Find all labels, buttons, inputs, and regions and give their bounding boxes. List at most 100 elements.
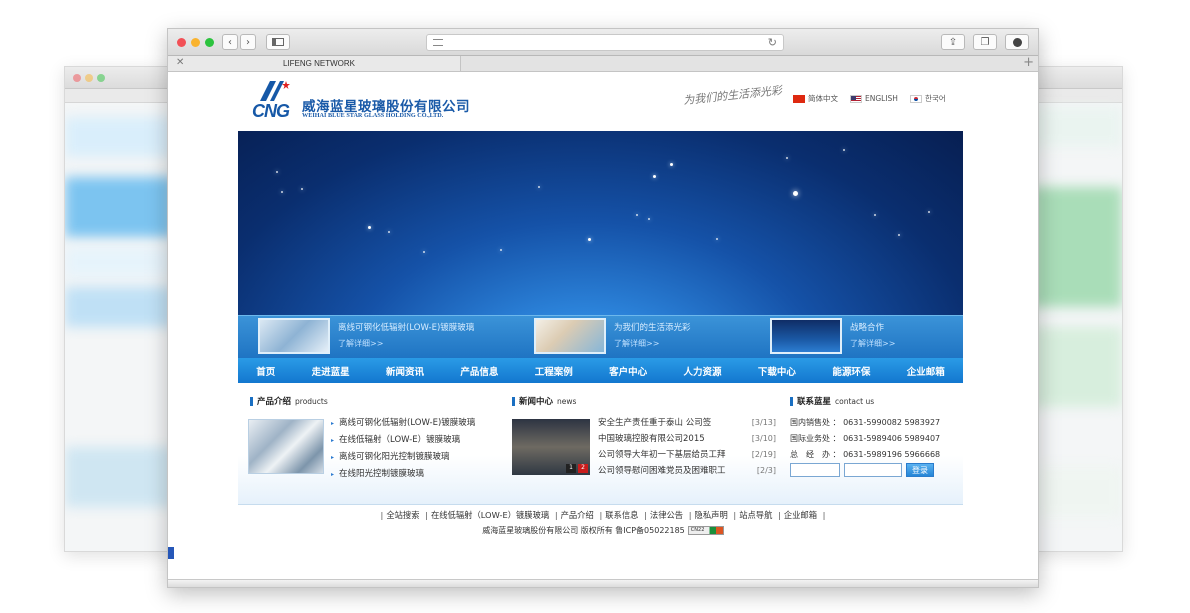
tabs-icon: ❐ bbox=[980, 36, 990, 48]
promo-item[interactable]: 离线可钢化低辐射(LOW-E)镀膜玻璃了解详细>> bbox=[258, 318, 474, 356]
star bbox=[281, 191, 283, 193]
nav-home[interactable]: 首页 bbox=[256, 364, 275, 378]
news-title[interactable]: 中国玻璃控股有限公司2015 bbox=[598, 431, 705, 447]
sidebar-button[interactable] bbox=[266, 34, 290, 50]
window-bottom-edge bbox=[168, 579, 1038, 587]
footer-link[interactable]: 站点导航 bbox=[739, 510, 772, 520]
background-window-left bbox=[64, 66, 174, 552]
section-subtitle: contact us bbox=[835, 396, 875, 406]
korea-flag-icon bbox=[909, 94, 922, 103]
nav-energy[interactable]: 能源环保 bbox=[832, 364, 870, 378]
main-navigation: 首页 走进蓝星 新闻资讯 产品信息 工程案例 客户中心 人力资源 下载中心 能源… bbox=[238, 358, 963, 383]
product-link[interactable]: 离线可钢化低辐射(LOW-E)镀膜玻璃 bbox=[331, 415, 475, 432]
icp-badge[interactable]: CN22 bbox=[687, 526, 724, 535]
heading-bar-icon bbox=[512, 396, 515, 406]
star bbox=[793, 191, 798, 196]
desktop-stage: ‹ › ↻ ⇪ ❐ ✕ LIFENG NETWORK + CNG 威海蓝星玻璃股… bbox=[0, 0, 1190, 613]
news-heading: 新闻中心 news bbox=[512, 395, 576, 407]
window-controls bbox=[177, 38, 214, 47]
star bbox=[898, 234, 900, 236]
forward-button[interactable]: › bbox=[240, 34, 256, 50]
contact-line: 国内销售处 ： 0631-5990082 5983927 bbox=[790, 418, 941, 427]
promo-more-link[interactable]: 了解详细>> bbox=[850, 336, 895, 352]
news-item[interactable]: 安全生产责任重于泰山 公司签 [3/13] bbox=[598, 415, 776, 431]
promo-more-link[interactable]: 了解详细>> bbox=[614, 336, 691, 352]
star bbox=[648, 218, 650, 220]
promo-title: 为我们的生活添光彩 bbox=[614, 323, 691, 333]
news-title[interactable]: 公司领导大年初一下基层给员工拜 bbox=[598, 447, 726, 463]
news-title[interactable]: 安全生产责任重于泰山 公司签 bbox=[598, 415, 711, 431]
tab-active[interactable]: ✕ LIFENG NETWORK bbox=[168, 56, 461, 71]
promo-item[interactable]: 战略合作了解详细>> bbox=[770, 318, 895, 356]
new-tab-icon[interactable]: + bbox=[1023, 55, 1034, 70]
minimize-window-button[interactable] bbox=[191, 38, 200, 47]
footer-link[interactable]: 联系信息 bbox=[605, 510, 638, 520]
china-flag-icon bbox=[793, 94, 805, 103]
reader-icon[interactable] bbox=[433, 39, 443, 46]
promo-item[interactable]: 为我们的生活添光彩了解详细>> bbox=[534, 318, 691, 356]
footer-link[interactable]: 在线低辐射（LOW-E）镀膜玻璃 bbox=[431, 510, 549, 520]
side-float-tab[interactable] bbox=[168, 547, 174, 559]
footer-link[interactable]: 法律公告 bbox=[650, 510, 683, 520]
footer-link[interactable]: 企业邮箱 bbox=[784, 510, 817, 520]
downloads-button[interactable] bbox=[1005, 34, 1029, 50]
star bbox=[301, 188, 303, 190]
news-title[interactable]: 公司领导慰问困难党员及困难职工 bbox=[598, 463, 726, 479]
logo-mark: CNG bbox=[252, 79, 296, 123]
copyright-text: 威海蓝星玻璃股份有限公司 版权所有 鲁ICP备05022185 bbox=[482, 526, 685, 535]
heading-bar-icon bbox=[790, 396, 793, 406]
address-bar[interactable]: ↻ bbox=[426, 34, 784, 51]
product-link[interactable]: 离线可钢化阳光控制镀膜玻璃 bbox=[331, 449, 475, 466]
star bbox=[368, 226, 371, 229]
close-window-button[interactable] bbox=[177, 38, 186, 47]
company-logo[interactable]: CNG 威海蓝星玻璃股份有限公司 WEIHAI BLUE STAR GLASS … bbox=[252, 79, 492, 123]
nav-products[interactable]: 产品信息 bbox=[460, 364, 498, 378]
footer-link[interactable]: 隐私声明 bbox=[695, 510, 728, 520]
lang-zh[interactable]: 简体中文 bbox=[793, 93, 838, 104]
password-input[interactable] bbox=[844, 463, 902, 477]
zoom-window-button[interactable] bbox=[205, 38, 214, 47]
promo-thumbnail bbox=[770, 318, 842, 354]
star bbox=[388, 231, 390, 233]
product-link[interactable]: 在线阳光控制镀膜玻璃 bbox=[331, 466, 475, 483]
news-list: 安全生产责任重于泰山 公司签 [3/13] 中国玻璃控股有限公司2015 [3/10… bbox=[598, 415, 776, 479]
nav-downloads[interactable]: 下载中心 bbox=[758, 364, 796, 378]
lang-label: 简体中文 bbox=[808, 94, 838, 103]
nav-news[interactable]: 新闻资讯 bbox=[386, 364, 424, 378]
star bbox=[588, 238, 591, 241]
footer-link[interactable]: 产品介绍 bbox=[561, 510, 594, 520]
promo-title: 战略合作 bbox=[850, 323, 885, 333]
nav-mail[interactable]: 企业邮箱 bbox=[907, 364, 945, 378]
news-image[interactable]: 1 2 bbox=[512, 419, 590, 475]
nav-hr[interactable]: 人力资源 bbox=[684, 364, 722, 378]
product-link[interactable]: 在线低辐射（LOW-E）镀膜玻璃 bbox=[331, 432, 475, 449]
tabs-overview-button[interactable]: ❐ bbox=[973, 34, 997, 50]
nav-about[interactable]: 走进蓝星 bbox=[312, 364, 350, 378]
back-button[interactable]: ‹ bbox=[222, 34, 238, 50]
promo-more-link[interactable]: 了解详细>> bbox=[338, 336, 474, 352]
lang-en[interactable]: ENGLISH bbox=[850, 94, 898, 103]
promo-title: 离线可钢化低辐射(LOW-E)镀膜玻璃 bbox=[338, 323, 475, 333]
lang-ko[interactable]: 한국어 bbox=[909, 93, 946, 104]
nav-projects[interactable]: 工程案例 bbox=[535, 364, 573, 378]
product-list: 离线可钢化低辐射(LOW-E)镀膜玻璃 在线低辐射（LOW-E）镀膜玻璃 离线可… bbox=[331, 415, 475, 483]
news-item[interactable]: 公司领导大年初一下基层给员工拜 [2/19] bbox=[598, 447, 776, 463]
close-tab-icon[interactable]: ✕ bbox=[176, 57, 184, 68]
footer-link[interactable]: 全站搜索 bbox=[386, 510, 419, 520]
reload-icon[interactable]: ↻ bbox=[768, 36, 777, 49]
browser-toolbar: ‹ › ↻ ⇪ ❐ bbox=[168, 29, 1038, 56]
nav-customers[interactable]: 客户中心 bbox=[609, 364, 647, 378]
slide-badge[interactable]: 2 bbox=[578, 464, 588, 473]
slide-badge[interactable]: 1 bbox=[566, 464, 576, 473]
news-item[interactable]: 中国玻璃控股有限公司2015 [3/10] bbox=[598, 431, 776, 447]
share-button[interactable]: ⇪ bbox=[941, 34, 965, 50]
web-page: CNG 威海蓝星玻璃股份有限公司 WEIHAI BLUE STAR GLASS … bbox=[168, 73, 1038, 587]
product-image[interactable] bbox=[248, 419, 324, 474]
news-item[interactable]: 公司领导慰问困难党员及困难职工 [2/3] bbox=[598, 463, 776, 479]
star bbox=[928, 211, 930, 213]
username-input[interactable] bbox=[790, 463, 840, 477]
chevron-left-icon: ‹ bbox=[228, 36, 232, 48]
logo-swoosh-icon bbox=[260, 81, 290, 101]
login-button[interactable]: 登录 bbox=[906, 463, 934, 477]
hero-banner: 离线可钢化低辐射(LOW-E)镀膜玻璃了解详细>> 为我们的生活添光彩了解详细>… bbox=[238, 131, 963, 358]
